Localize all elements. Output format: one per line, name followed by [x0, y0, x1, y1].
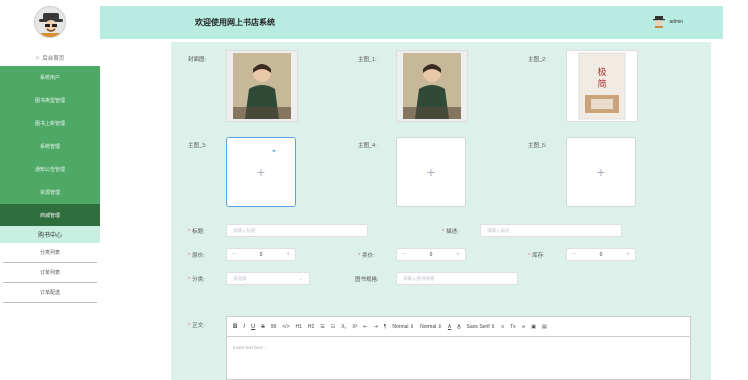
main1-image[interactable] — [396, 50, 468, 122]
minus-icon[interactable]: − — [397, 249, 411, 260]
sidebar-item-book-types[interactable]: 图书类型管理 — [0, 89, 100, 112]
plus-icon: + — [426, 164, 436, 180]
title-input[interactable]: 请输入标题 — [226, 224, 368, 237]
sidebar-subitem-orders[interactable]: 订单列表 — [3, 263, 97, 283]
bold-button[interactable]: B — [233, 324, 237, 330]
title-label: * 标题: — [188, 229, 205, 235]
orig-price-stepper[interactable]: − 0 + — [226, 248, 296, 261]
sidebar-item-users[interactable]: 系统用户 — [0, 66, 100, 89]
italic-button[interactable]: I — [243, 324, 245, 330]
stock-value: 0 — [599, 251, 603, 258]
sidebar-home-label: 后台首页 — [42, 56, 65, 62]
sidebar: ⌂ 后台首页 系统用户 图书类型管理 图书上新管理 系统管理 通知公告管理 资源… — [0, 0, 100, 380]
header-select[interactable]: Normal ⇕ — [420, 324, 442, 330]
font-select[interactable]: Sans Serif ⇕ — [467, 324, 496, 330]
stock-label: * 库存: — [528, 253, 545, 259]
h1-button[interactable]: H1 — [296, 324, 302, 330]
main1-label: 主图_1: — [358, 57, 377, 63]
strike-button[interactable]: S — [261, 324, 264, 330]
logo-avatar — [34, 6, 66, 38]
main3-label: 主图_3: — [188, 143, 207, 149]
plus-icon[interactable]: + — [621, 249, 635, 260]
minus-icon[interactable]: − — [567, 249, 581, 260]
main5-label: 主图_5: — [528, 143, 547, 149]
align-button[interactable]: ≡ — [501, 324, 504, 330]
sidebar-item-mall[interactable]: 商城管理 — [0, 204, 100, 226]
category-label: * 分类: — [188, 277, 205, 283]
svg-text:极: 极 — [597, 66, 606, 77]
chevron-down-icon: ⌄ — [298, 276, 303, 282]
minus-icon[interactable]: − — [227, 249, 241, 260]
plus-icon[interactable]: + — [451, 249, 465, 260]
bullet-list-button[interactable]: ☷ — [331, 324, 335, 330]
user-avatar-icon — [653, 16, 666, 28]
indent-button[interactable]: ⇥ — [374, 324, 378, 330]
sidebar-subitem-categories[interactable]: 分类列表 — [3, 243, 97, 263]
main4-label: 主图_4: — [358, 143, 377, 149]
code-button[interactable]: </> — [282, 324, 289, 330]
main2-image[interactable]: 极 简 — [566, 50, 638, 122]
page-title: 欢迎使用网上书店系统 — [195, 18, 275, 27]
plus-icon[interactable]: + — [281, 249, 295, 260]
body-label: * 正文: — [188, 323, 205, 329]
video-icon[interactable]: ▤ — [542, 324, 547, 330]
clean-button[interactable]: Tx — [510, 324, 516, 330]
image-icon[interactable]: ▣ — [531, 324, 536, 330]
rtl-button[interactable]: ¶ — [384, 324, 387, 330]
header-bar: 欢迎使用网上书店系统 admin — [100, 6, 723, 39]
home-icon: ⌂ — [35, 55, 40, 61]
superscript-button[interactable]: X² — [352, 324, 357, 330]
orig-price-value: 0 — [259, 251, 263, 258]
quote-button[interactable]: 99 — [271, 324, 277, 330]
sidebar-item-system[interactable]: 系统管理 — [0, 135, 100, 158]
color-button[interactable]: A — [448, 324, 451, 330]
desc-input[interactable]: 请输入描述 — [480, 224, 622, 237]
plus-icon: + — [256, 164, 266, 180]
svg-text:简: 简 — [597, 78, 606, 89]
stock-stepper[interactable]: − 0 + — [566, 248, 636, 261]
sidebar-item-shop-center[interactable]: 购书中心 — [0, 226, 100, 243]
book-cover-image — [227, 51, 297, 121]
sidebar-menu: 系统用户 图书类型管理 图书上新管理 系统管理 通知公告管理 资源管理 商城管理… — [0, 66, 100, 303]
spec-label: 图书规格: — [355, 277, 379, 283]
editor-placeholder: Insert text here ... — [233, 345, 269, 350]
h2-button[interactable]: H2 — [308, 324, 314, 330]
sidebar-home[interactable]: ⌂ 后台首页 — [0, 52, 100, 64]
category-select[interactable]: 请选择 ⌄ — [226, 272, 310, 285]
book-main1-image — [397, 51, 467, 121]
sidebar-item-new-books[interactable]: 图书上新管理 — [0, 112, 100, 135]
link-icon[interactable]: ∞ — [522, 324, 526, 330]
spec-input[interactable]: 请输入图书规格 — [396, 272, 518, 285]
price-stepper[interactable]: − 0 + — [396, 248, 466, 261]
cover-image[interactable] — [226, 50, 298, 122]
background-button[interactable]: A̲ — [457, 324, 460, 330]
subscript-button[interactable]: X₁ — [341, 324, 346, 330]
plus-icon: + — [596, 164, 606, 180]
cover-label: 封面图: — [188, 57, 207, 63]
sidebar-item-resources[interactable]: 资源管理 — [0, 181, 100, 204]
outdent-button[interactable]: ⇤ — [363, 324, 367, 330]
size-select[interactable]: Normal ⇕ — [392, 324, 414, 330]
main5-upload[interactable]: + — [566, 137, 636, 207]
price-value: 0 — [429, 251, 433, 258]
sidebar-item-notices[interactable]: 通知公告管理 — [0, 158, 100, 181]
book-main2-image: 极 简 — [567, 51, 637, 121]
main3-upload[interactable]: + — [226, 137, 296, 207]
category-placeholder: 请选择 — [233, 275, 247, 281]
user-menu[interactable]: admin — [653, 16, 683, 28]
cursor-icon: ⌖ — [272, 148, 276, 155]
sidebar-subitem-delivery[interactable]: 订单配送 — [3, 283, 97, 303]
ordered-list-button[interactable]: ☰ — [320, 324, 324, 330]
username: admin — [669, 19, 683, 25]
desc-label: * 描述: — [442, 229, 459, 235]
price-label: * 卖价: — [358, 253, 375, 259]
editor-toolbar: B I U S 99 </> H1 H2 ☰ ☷ X₁ X² ⇤ ⇥ ¶ Nor… — [227, 317, 690, 337]
main4-upload[interactable]: + — [396, 137, 466, 207]
underline-button[interactable]: U — [251, 324, 255, 330]
main2-label: 主图_2: — [528, 57, 547, 63]
rich-text-editor[interactable]: B I U S 99 </> H1 H2 ☰ ☷ X₁ X² ⇤ ⇥ ¶ Nor… — [226, 316, 691, 380]
orig-price-label: * 原价: — [188, 253, 205, 259]
